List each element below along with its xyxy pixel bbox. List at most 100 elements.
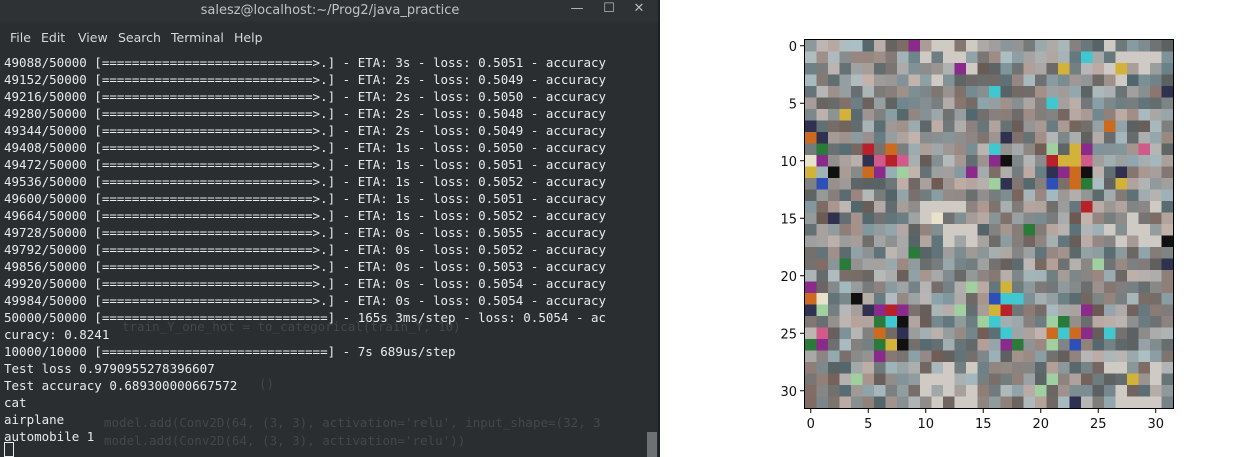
- image-pixel: [920, 362, 932, 374]
- image-pixel: [1115, 327, 1128, 340]
- image-pixel: [1138, 258, 1151, 271]
- image-pixel: [1081, 109, 1093, 121]
- x-tick-label: 0: [807, 417, 815, 432]
- image-pixel: [1058, 235, 1070, 248]
- image-pixel: [1023, 350, 1036, 363]
- image-pixel: [1023, 40, 1036, 52]
- image-pixel: [1035, 74, 1047, 87]
- image-pixel: [1046, 109, 1059, 121]
- image-pixel: [828, 120, 840, 133]
- image-pixel: [897, 97, 909, 110]
- image-pixel: [839, 166, 852, 179]
- image-pixel: [1104, 327, 1116, 340]
- close-icon[interactable]: ✕: [630, 1, 648, 16]
- image-pixel: [828, 212, 840, 225]
- terminal-line: 49344/50000 [===========================…: [4, 123, 607, 138]
- image-pixel: [931, 63, 944, 75]
- image-pixel: [851, 212, 863, 225]
- menu-edit[interactable]: Edit: [41, 30, 65, 45]
- menu-file[interactable]: File: [10, 30, 31, 45]
- image-pixel: [1058, 201, 1070, 213]
- image-pixel: [1115, 293, 1128, 305]
- menu-view[interactable]: View: [78, 30, 108, 45]
- image-pixel: [816, 327, 829, 340]
- image-pixel: [966, 316, 978, 328]
- image-pixel: [885, 385, 898, 397]
- image-pixel: [1150, 189, 1162, 202]
- image-pixel: [920, 120, 932, 133]
- image-pixel: [989, 86, 1001, 98]
- image-pixel: [1081, 270, 1093, 282]
- image-pixel: [989, 97, 1001, 110]
- image-pixel: [954, 86, 967, 98]
- image-pixel: [885, 132, 898, 144]
- image-pixel: [1115, 270, 1128, 282]
- image-pixel: [1127, 327, 1139, 340]
- image-pixel: [816, 189, 829, 202]
- image-pixel: [828, 51, 840, 64]
- image-pixel: [885, 51, 898, 64]
- scrollbar[interactable]: [646, 48, 658, 457]
- image-pixel: [920, 304, 932, 317]
- image-pixel: [989, 235, 1001, 248]
- minimize-icon[interactable]: —: [568, 1, 586, 16]
- image-pixel: [1150, 74, 1162, 87]
- image-pixel: [1092, 132, 1105, 144]
- image-pixel: [1012, 74, 1024, 87]
- image-pixel: [1081, 143, 1093, 156]
- image-pixel: [1069, 86, 1082, 98]
- image-plot: 0 5 10 15 20 25 30 0 5 10 15 20 25 30: [660, 0, 1238, 457]
- image-pixel: [966, 350, 978, 363]
- image-pixel: [1069, 212, 1082, 225]
- image-pixel: [1046, 74, 1059, 87]
- image-pixel: [1104, 247, 1116, 259]
- menu-help[interactable]: Help: [234, 30, 263, 45]
- scrollbar-thumb[interactable]: [647, 432, 657, 457]
- image-pixel: [1104, 281, 1116, 294]
- image-pixel: [1012, 40, 1024, 52]
- image-pixel: [851, 281, 863, 294]
- image-pixel: [1115, 258, 1128, 271]
- image-pixel: [897, 281, 909, 294]
- image-pixel: [805, 304, 817, 317]
- image-pixel: [862, 120, 875, 133]
- image-pixel: [977, 270, 990, 282]
- image-pixel: [897, 166, 909, 179]
- image-pixel: [1138, 212, 1151, 225]
- terminal-line: 49856/50000 [===========================…: [4, 259, 607, 274]
- menu-search[interactable]: Search: [118, 30, 161, 45]
- terminal-titlebar[interactable]: salesz@localhost:~/Prog2/java_practice —…: [0, 0, 660, 22]
- image-pixel: [1127, 212, 1139, 225]
- image-pixel: [1161, 293, 1174, 305]
- image-pixel: [1012, 339, 1024, 351]
- terminal-window[interactable]: salesz@localhost:~/Prog2/java_practice —…: [0, 0, 660, 457]
- image-pixel: [874, 63, 886, 75]
- image-pixel: [885, 212, 898, 225]
- image-pixel: [1046, 63, 1059, 75]
- image-pixel: [1000, 350, 1013, 363]
- image-pixel: [1138, 293, 1151, 305]
- image-pixel: [1115, 247, 1128, 259]
- image-pixel: [1092, 373, 1105, 386]
- image-pixel: [908, 40, 921, 52]
- image-pixel: [885, 86, 898, 98]
- menu-terminal[interactable]: Terminal: [171, 30, 224, 45]
- image-pixel: [920, 63, 932, 75]
- image-pixel: [1035, 40, 1047, 52]
- image-pixel: [1000, 247, 1013, 259]
- maximize-icon[interactable]: ☐: [600, 1, 618, 16]
- image-pixel: [851, 97, 863, 110]
- image-pixel: [839, 143, 852, 156]
- image-pixel: [897, 327, 909, 340]
- image-pixel: [954, 293, 967, 305]
- image-pixel: [931, 270, 944, 282]
- image-pixel: [931, 281, 944, 294]
- image-pixel: [989, 316, 1001, 328]
- image-pixel: [1138, 132, 1151, 144]
- image-pixel: [1138, 339, 1151, 351]
- image-pixel: [1058, 247, 1070, 259]
- image-pixel: [966, 212, 978, 225]
- image-pixel: [943, 373, 955, 386]
- image-pixel: [1035, 270, 1047, 282]
- image-pixel: [1023, 109, 1036, 121]
